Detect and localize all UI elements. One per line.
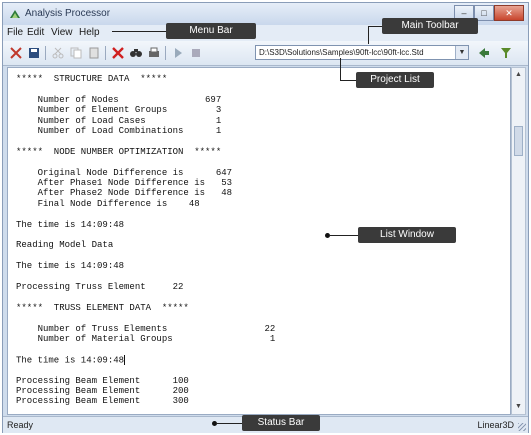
output-line: After Phase2 Node Difference is 48 [16, 188, 233, 199]
main-toolbar-callout: Main Toolbar [382, 18, 478, 34]
callout-leader [340, 58, 341, 80]
copy-icon[interactable] [69, 46, 83, 60]
filter-icon[interactable] [499, 46, 513, 60]
app-icon [10, 10, 20, 18]
output-line: Reading Model Data [16, 240, 114, 251]
output-line: The time is 14:09:48 [16, 219, 125, 230]
close-button[interactable]: ✕ [494, 5, 524, 21]
output-line: Processing Truss Element 22 [16, 282, 184, 292]
output-line: Number of Truss Elements 22 [16, 323, 276, 334]
save-icon[interactable] [27, 46, 41, 60]
stop-icon[interactable] [189, 46, 203, 60]
output-line: Number of Load Cases 1 [16, 115, 222, 126]
paste-icon[interactable] [87, 46, 101, 60]
back-arrow-icon[interactable] [477, 46, 491, 60]
output-line: Number of Load Combinations 1 [16, 126, 222, 136]
output-line: Processing Beam Element 100 [16, 375, 189, 386]
output-line: Final Node Difference is 48 [16, 198, 200, 209]
run-icon[interactable] [171, 46, 185, 60]
output-line: The time is 14:09:48 [16, 354, 126, 366]
callout-leader [340, 80, 356, 81]
resize-grip[interactable] [518, 423, 526, 431]
toolbar-separator [45, 46, 46, 60]
find-icon[interactable] [129, 46, 143, 60]
menu-bar-callout: Menu Bar [166, 23, 256, 39]
status-mode: Linear3D [477, 420, 514, 430]
callout-leader [216, 423, 242, 424]
menu-edit[interactable]: Edit [27, 27, 44, 38]
scroll-down-icon[interactable]: ▼ [513, 401, 524, 413]
output-line: ***** TRUSS ELEMENT DATA ***** [16, 302, 189, 313]
vertical-scrollbar[interactable]: ▲ ▼ [511, 67, 526, 415]
callout-leader [329, 235, 359, 236]
scroll-up-icon[interactable]: ▲ [513, 69, 524, 81]
project-list-value: D:\S3D\Solutions\Samples\90ft-lcc\90ft-l… [259, 48, 424, 57]
chevron-down-icon[interactable]: ▼ [455, 46, 468, 59]
output-line: ***** STRUCTURE DATA ***** [16, 74, 168, 84]
close-file-icon[interactable] [9, 46, 23, 60]
output-line: Number of Element Groups 3 [16, 105, 222, 116]
callout-leader [368, 26, 369, 44]
window-title: Analysis Processor [25, 8, 111, 19]
output-line: Number of Material Groups 1 [16, 334, 276, 344]
output-line: ***** NODE NUMBER OPTIMIZATION ***** [16, 146, 222, 157]
callout-leader [112, 31, 166, 32]
output-line: The time is 14:09:48 [16, 261, 125, 272]
print-icon[interactable] [147, 46, 161, 60]
cut-icon[interactable] [51, 46, 65, 60]
menu-help[interactable]: Help [79, 27, 100, 38]
toolbar-separator [105, 46, 106, 60]
text-cursor [124, 354, 126, 365]
delete-icon[interactable] [111, 46, 125, 60]
output-line: After Phase1 Node Difference is 53 [16, 178, 233, 188]
output-line: Processing Beam Element 300 [16, 396, 189, 407]
callout-leader [368, 26, 382, 27]
output-line: Original Node Difference is 647 [16, 167, 233, 178]
status-text: Ready [7, 420, 34, 430]
main-toolbar: D:\S3D\Solutions\Samples\90ft-lcc\90ft-l… [3, 41, 528, 66]
project-list[interactable]: D:\S3D\Solutions\Samples\90ft-lcc\90ft-l… [255, 45, 469, 60]
scrollbar-thumb[interactable] [514, 126, 523, 156]
status-bar-callout: Status Bar [242, 415, 320, 431]
menu-view[interactable]: View [51, 27, 73, 38]
output-line: Processing Beam Element 200 [16, 386, 189, 396]
menu-file[interactable]: File [7, 27, 23, 38]
output-line: Number of Nodes 697 [16, 94, 222, 105]
list-window-callout: List Window [358, 227, 456, 243]
toolbar-separator [165, 46, 166, 60]
project-list-callout: Project List [356, 72, 434, 88]
analysis-processor-window: Analysis Processor – □ ✕ File Edit View … [2, 2, 529, 433]
